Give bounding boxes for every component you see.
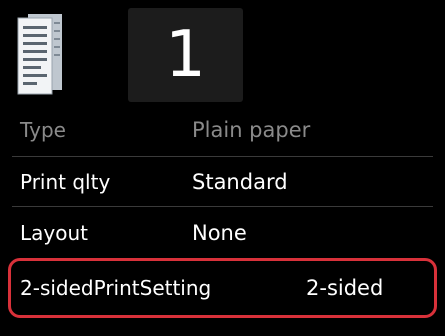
document-preview-icon (14, 12, 66, 96)
divider (12, 156, 433, 157)
setting-row-type[interactable]: Type Plain paper (0, 106, 445, 154)
copies-field[interactable]: 1 (128, 8, 243, 102)
setting-value: Standard (192, 170, 288, 194)
setting-label: Print qlty (20, 170, 111, 194)
setting-row-two-sided-print[interactable]: 2-sidedPrintSetting 2-sided (8, 258, 437, 318)
divider (12, 206, 433, 207)
setting-value: None (192, 221, 247, 245)
setting-row-print-quality[interactable]: Print qlty Standard (0, 158, 445, 206)
setting-label: Type (20, 118, 66, 142)
setting-row-layout[interactable]: Layout None (0, 209, 445, 257)
copies-value: 1 (165, 18, 206, 92)
printer-screen: 1 Type Plain paper Print qlty Standard L… (0, 0, 445, 336)
setting-value: 2-sided (306, 276, 384, 300)
setting-value: Plain paper (192, 118, 311, 142)
setting-label: Layout (20, 221, 88, 245)
setting-label: 2-sidedPrintSetting (20, 276, 212, 300)
